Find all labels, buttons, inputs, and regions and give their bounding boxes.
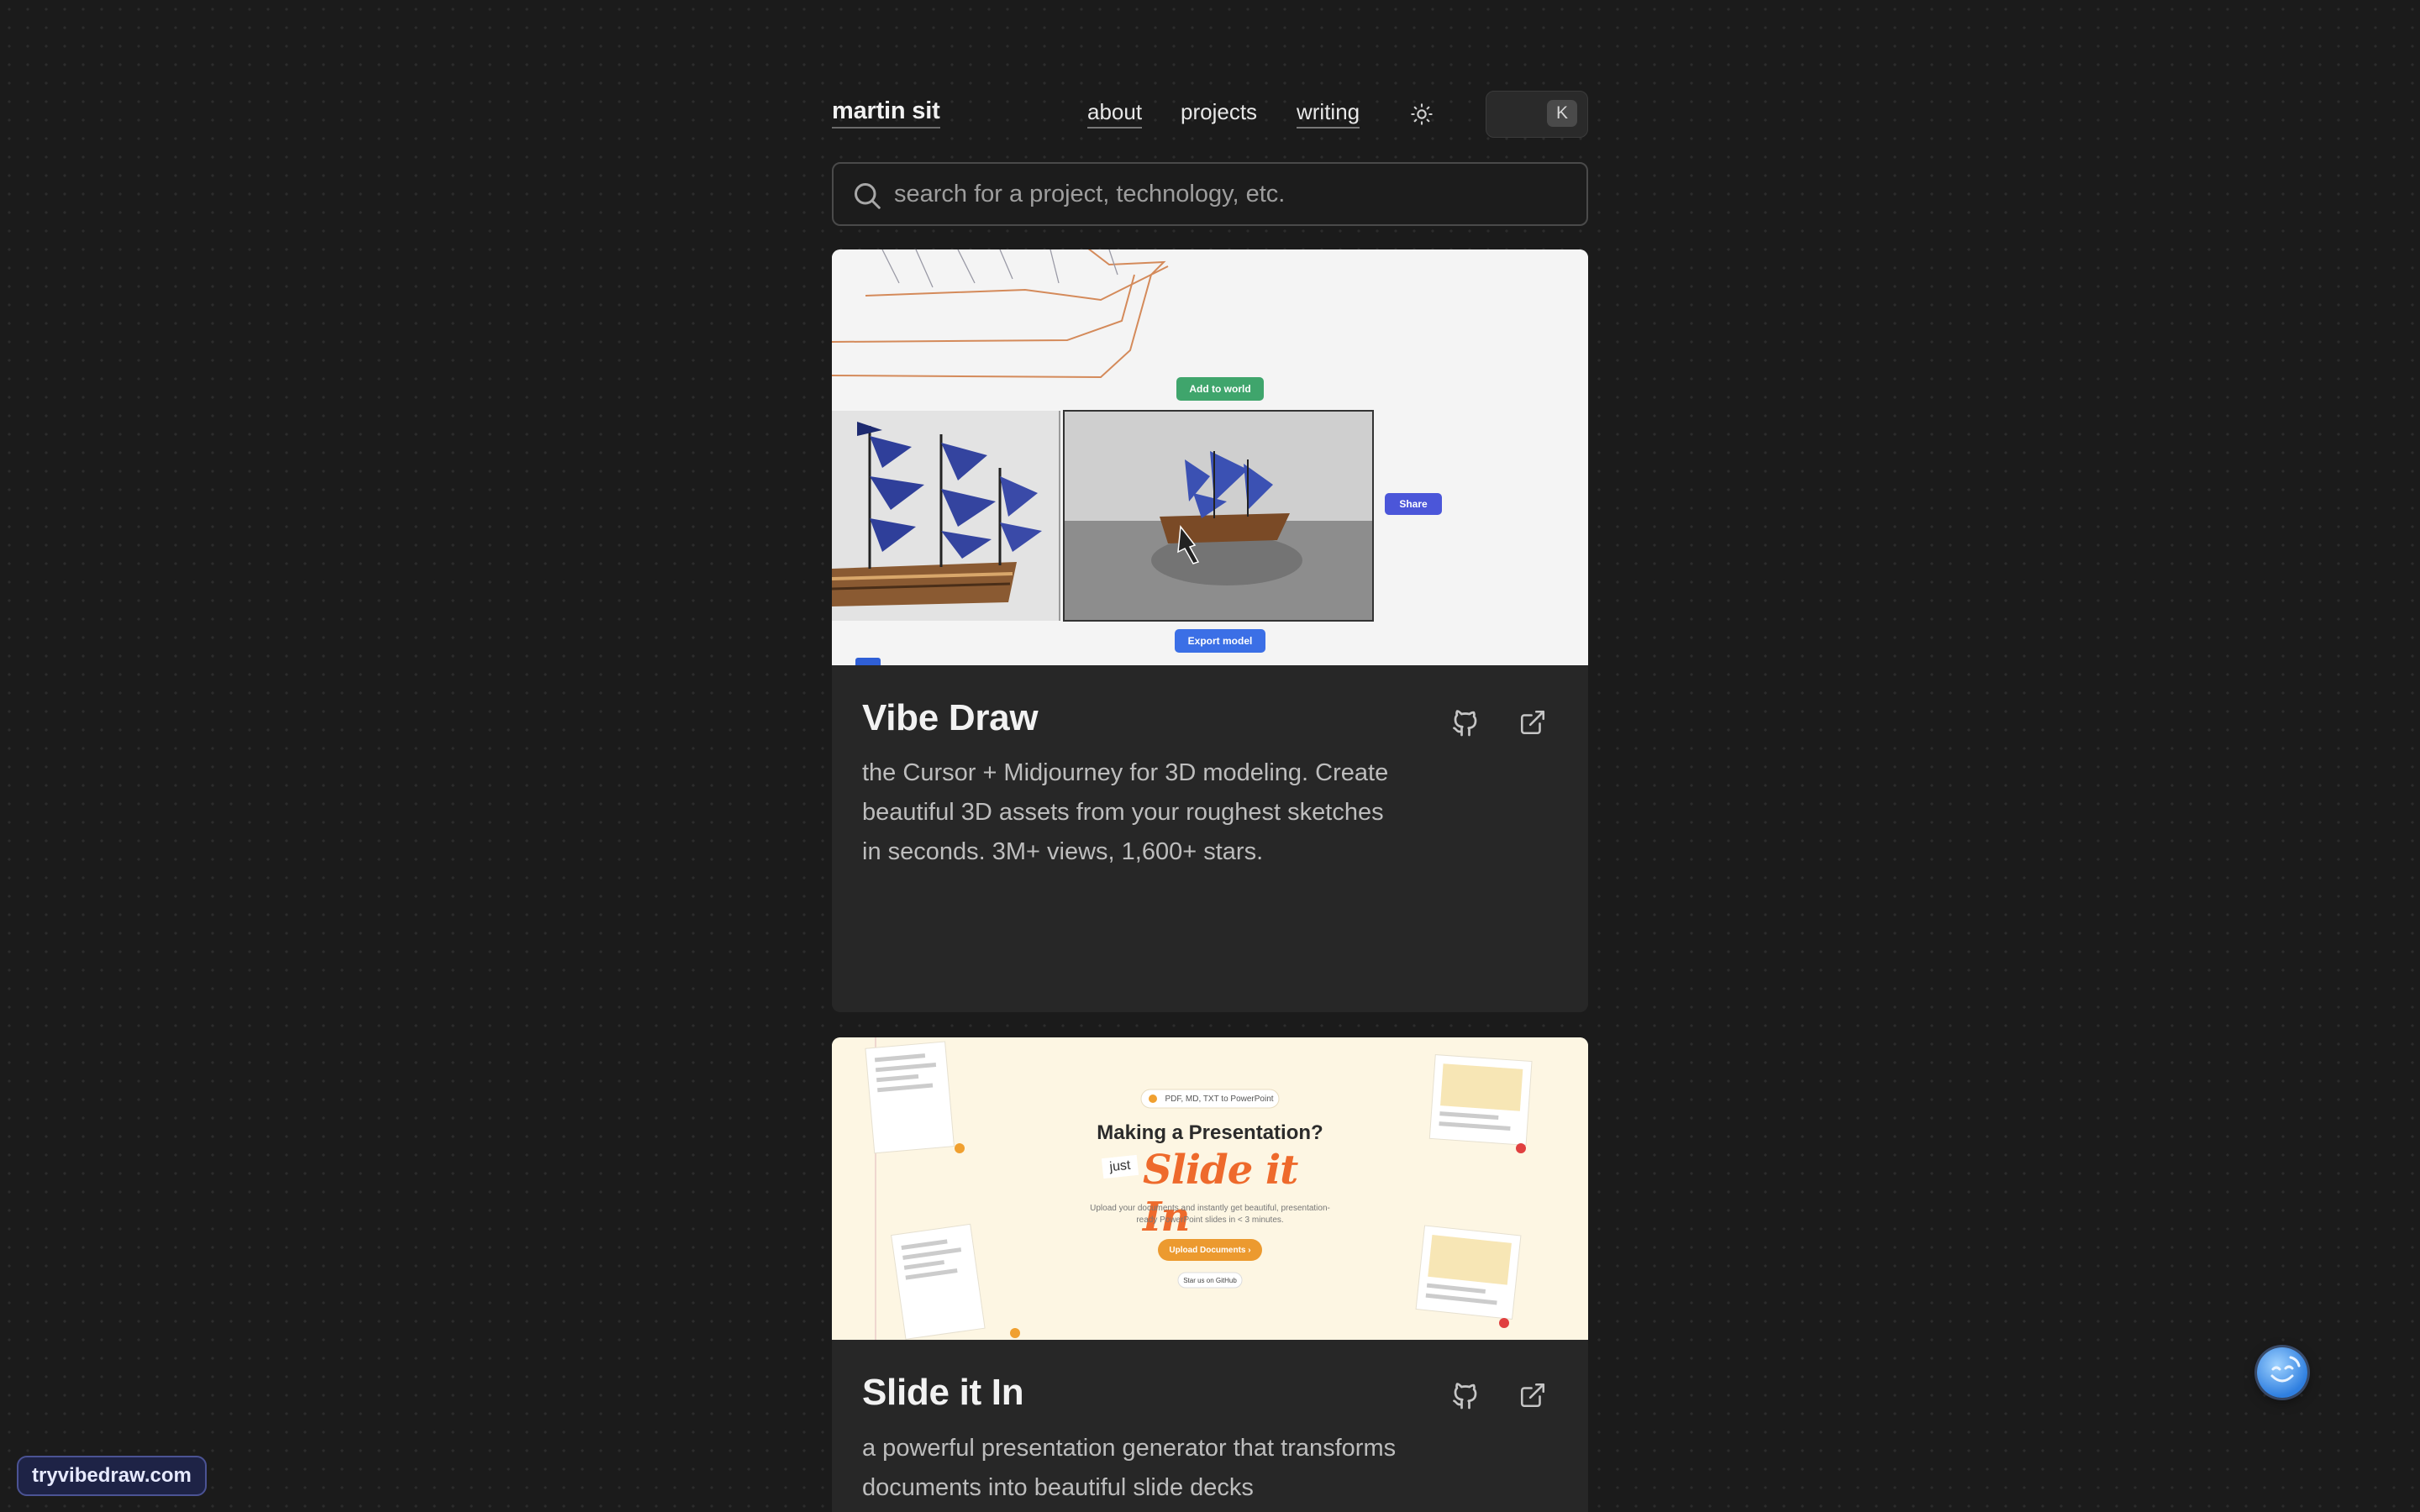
github-link[interactable] (1447, 704, 1484, 741)
project-title[interactable]: Vibe Draw (862, 697, 1039, 739)
external-link[interactable] (1514, 704, 1551, 741)
format-pill: PDF, MD, TXT to PowerPoint (1165, 1094, 1274, 1104)
slide-it-in-logo: Slide it In (1143, 1147, 1298, 1241)
preview-subtext-2: ready PowerPoint slides in < 3 minutes. (1136, 1215, 1284, 1225)
tryvibedraw-badge[interactable]: tryvibedraw.com (17, 1456, 207, 1496)
github-icon (1453, 710, 1477, 737)
page: martin sit about projects writing K sear… (0, 0, 2420, 1512)
preview-subtext-1: Upload your documents and instantly get … (1090, 1204, 1330, 1213)
external-link-icon (1520, 1383, 1545, 1408)
search-bar (832, 162, 1588, 226)
project-description: the Cursor + Midjourney for 3D modeling.… (862, 759, 1389, 865)
vibe-draw-preview-image: Add to world Share Export model (832, 249, 1588, 665)
site-brand-link[interactable]: martin sit (832, 97, 940, 129)
command-key-hint: K (1547, 100, 1577, 127)
vibe-draw-preview-illustration (832, 249, 1588, 665)
just-label: just (1101, 1154, 1139, 1179)
search-input[interactable] (894, 164, 1566, 224)
avatar-button[interactable] (2257, 1347, 2307, 1398)
upload-documents-button: Upload Documents › (1169, 1245, 1251, 1255)
star-github-button: Star us on GitHub (1183, 1276, 1237, 1284)
command-menu-button[interactable]: K (1486, 91, 1588, 138)
add-to-world-button: Add to world (1189, 383, 1251, 395)
sun-icon (1411, 103, 1433, 125)
project-description: a powerful presentation generator that t… (862, 1435, 1397, 1501)
search-icon (855, 183, 881, 209)
slide-it-in-preview-image: PDF, MD, TXT to PowerPoint Making a Pres… (832, 1037, 1588, 1340)
site-header: martin sit about projects writing K (832, 91, 1588, 138)
theme-toggle-button[interactable] (1408, 101, 1435, 128)
preview-headline: Making a Presentation? (1097, 1121, 1323, 1144)
share-button: Share (1399, 498, 1428, 510)
github-link[interactable] (1447, 1377, 1484, 1414)
github-icon (1453, 1383, 1477, 1410)
export-model-button: Export model (1187, 635, 1253, 647)
project-title[interactable]: Slide it In (862, 1372, 1024, 1414)
nav-writing[interactable]: writing (1297, 99, 1360, 129)
project-card-vibe-draw[interactable]: Add to world Share Export model Vibe Dra… (832, 249, 1588, 1012)
project-card-slide-it-in[interactable]: PDF, MD, TXT to PowerPoint Making a Pres… (832, 1037, 1588, 1512)
nav-projects[interactable]: projects (1181, 99, 1257, 125)
external-link-icon (1520, 710, 1545, 735)
external-link[interactable] (1514, 1377, 1551, 1414)
smile-icon (2270, 1356, 2301, 1383)
nav-about[interactable]: about (1087, 99, 1143, 129)
